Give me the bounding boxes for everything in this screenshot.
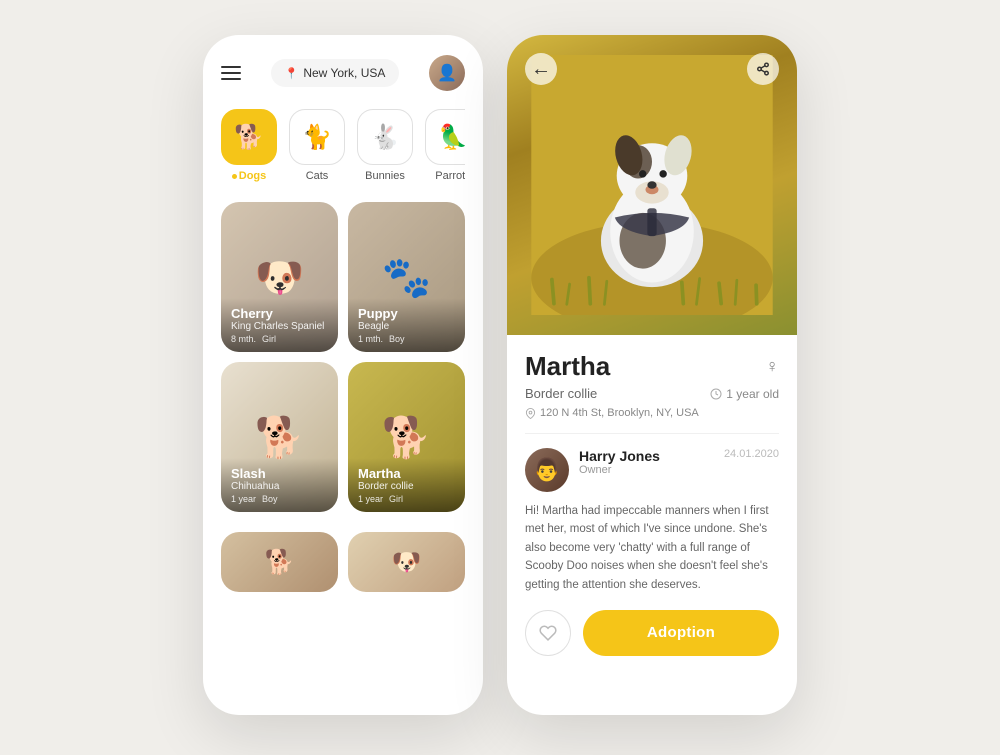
phone-left: 📍 New York, USA 👤 🐕 Dogs 🐈 [203, 35, 483, 715]
dogs-icon: 🐕 [234, 123, 264, 152]
back-button[interactable]: ← [525, 53, 557, 85]
clock-icon [710, 388, 722, 400]
pet-location: 120 N 4th St, Brooklyn, NY, USA [525, 407, 779, 419]
category-dogs[interactable]: 🐕 Dogs [221, 109, 277, 182]
martha-meta: 1 year Girl [358, 494, 455, 504]
martha-overlay: Martha Border collie 1 year Girl [348, 458, 465, 512]
pet-name: Martha [525, 351, 610, 382]
heart-icon [539, 624, 557, 642]
app-container: 📍 New York, USA 👤 🐕 Dogs 🐈 [143, 0, 857, 755]
location-text: New York, USA [303, 66, 385, 80]
adoption-button[interactable]: Adoption [583, 610, 779, 656]
share-button[interactable] [747, 53, 779, 85]
owner-avatar: 👨 [525, 448, 569, 492]
cherry-name: Cherry [231, 306, 328, 321]
dogs-label: Dogs [232, 170, 267, 182]
cherry-gender: Girl [262, 334, 276, 344]
bunnies-label: Bunnies [365, 170, 405, 182]
category-cats[interactable]: 🐈 Cats [289, 109, 345, 182]
cats-icon-wrap: 🐈 [289, 109, 345, 165]
puppy-name: Puppy [358, 306, 455, 321]
puppy-breed: Beagle [358, 321, 455, 332]
pet-breed-row: Border collie 1 year old [525, 386, 779, 401]
dog-illustration [522, 55, 782, 315]
owner-info: Harry Jones Owner [579, 448, 714, 476]
parrots-icon-wrap: 🦜 [425, 109, 465, 165]
cats-label: Cats [306, 170, 329, 182]
categories-row: 🐕 Dogs 🐈 Cats 🐇 Bunnies [221, 109, 465, 182]
location-pin-icon [525, 408, 536, 419]
cherry-breed: King Charles Spaniel [231, 321, 328, 332]
slash-name: Slash [231, 466, 328, 481]
slash-gender: Boy [262, 494, 278, 504]
favorite-button[interactable] [525, 610, 571, 656]
slash-overlay: Slash Chihuahua 1 year Boy [221, 458, 338, 512]
gender-icon: ♀ [766, 356, 780, 377]
category-parrots[interactable]: 🦜 Parrots [425, 109, 465, 182]
slash-age: 1 year [231, 494, 256, 504]
parrots-icon: 🦜 [438, 123, 465, 152]
slash-breed: Chihuahua [231, 481, 328, 492]
pet-breed: Border collie [525, 386, 597, 401]
pet-card-slash[interactable]: 🐕 Slash Chihuahua 1 year Boy [221, 362, 338, 512]
pet-detail: Martha ♀ Border collie 1 year old 120 N … [507, 335, 797, 682]
bunnies-icon-wrap: 🐇 [357, 109, 413, 165]
cherry-overlay: Cherry King Charles Spaniel 8 mth. Girl [221, 298, 338, 352]
bunnies-icon: 🐇 [370, 123, 400, 152]
slash-meta: 1 year Boy [231, 494, 328, 504]
cherry-meta: 8 mth. Girl [231, 334, 328, 344]
pet-description: Hi! Martha had impeccable manners when I… [525, 502, 779, 594]
category-bunnies[interactable]: 🐇 Bunnies [357, 109, 413, 182]
pet-card-puppy[interactable]: 🐾 Puppy Beagle 1 mth. Boy [348, 202, 465, 352]
martha-name: Martha [358, 466, 455, 481]
cherry-age: 8 mth. [231, 334, 256, 344]
owner-row: 👨 Harry Jones Owner 24.01.2020 [525, 448, 779, 492]
active-dot [232, 174, 237, 179]
location-pill[interactable]: 📍 New York, USA [271, 59, 400, 87]
puppy-meta: 1 mth. Boy [358, 334, 455, 344]
puppy-overlay: Puppy Beagle 1 mth. Boy [348, 298, 465, 352]
pet-hero-image: ← [507, 35, 797, 335]
action-row: Adoption [525, 610, 779, 666]
pet-card-cherry[interactable]: 🐶 Cherry King Charles Spaniel 8 mth. Gir… [221, 202, 338, 352]
user-avatar[interactable]: 👤 [429, 55, 465, 91]
dogs-icon-wrap: 🐕 [221, 109, 277, 165]
owner-name: Harry Jones [579, 448, 714, 464]
martha-breed: Border collie [358, 481, 455, 492]
pet-card-martha[interactable]: 🐕 Martha Border collie 1 year Girl [348, 362, 465, 512]
location-icon: 📍 [285, 67, 299, 80]
header: 📍 New York, USA 👤 [221, 55, 465, 91]
pet-grid: 🐶 Cherry King Charles Spaniel 8 mth. Gir… [221, 202, 465, 512]
martha-gender: Girl [389, 494, 403, 504]
cats-icon: 🐈 [302, 123, 332, 152]
parrots-label: Parrots [435, 170, 465, 182]
pet-address: 120 N 4th St, Brooklyn, NY, USA [540, 407, 699, 419]
martha-age: 1 year [358, 494, 383, 504]
pet-name-row: Martha ♀ [525, 351, 779, 382]
divider [525, 433, 779, 434]
puppy-age: 1 mth. [358, 334, 383, 344]
hamburger-menu[interactable] [221, 66, 241, 80]
owner-date: 24.01.2020 [724, 448, 779, 460]
pet-age: 1 year old [710, 387, 779, 401]
puppy-gender: Boy [389, 334, 405, 344]
owner-role: Owner [579, 464, 714, 476]
phone-right: ← Martha ♀ Border collie 1 ye [507, 35, 797, 715]
